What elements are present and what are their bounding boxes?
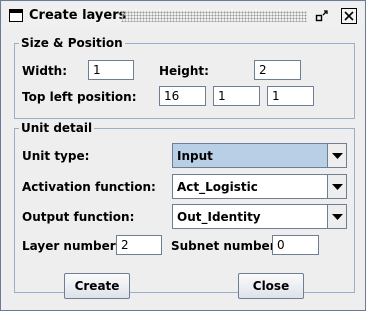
- title-bar-grip: [121, 11, 307, 22]
- create-button[interactable]: Create: [64, 273, 130, 299]
- output-function-value: Out_Identity: [177, 209, 261, 224]
- width-field[interactable]: [88, 60, 134, 80]
- position-x-field[interactable]: [159, 86, 206, 106]
- layer-number-field[interactable]: [116, 235, 162, 255]
- size-position-legend: Size & Position: [19, 36, 125, 50]
- subnet-number-field[interactable]: [272, 235, 319, 255]
- unit-type-value: Input: [173, 144, 327, 167]
- activation-function-value: Act_Logistic: [177, 179, 258, 194]
- output-function-label: Output function:: [22, 210, 135, 224]
- dialog-content: Size & Position Width: Height: Top left …: [5, 30, 363, 306]
- unit-detail-group: Unit detail Unit type: Input Activation …: [14, 121, 355, 293]
- width-label: Width:: [22, 64, 68, 78]
- window-title: Create layers: [29, 8, 127, 23]
- layer-number-label: Layer number:: [22, 239, 121, 253]
- unit-detail-legend: Unit detail: [19, 121, 95, 135]
- chevron-down-icon[interactable]: [327, 205, 346, 228]
- activation-function-combo[interactable]: Act_Logistic: [172, 174, 347, 199]
- subnet-number-label: Subnet number:: [171, 239, 281, 253]
- window-icon: [9, 9, 23, 22]
- unit-type-combo[interactable]: Input: [172, 143, 347, 168]
- chevron-down-icon[interactable]: [327, 175, 346, 198]
- activation-function-label: Activation function:: [22, 180, 156, 194]
- position-y-field[interactable]: [213, 86, 260, 106]
- size-position-group: Size & Position Width: Height: Top left …: [14, 36, 355, 119]
- close-icon[interactable]: [341, 8, 357, 24]
- unit-type-label: Unit type:: [22, 149, 90, 163]
- close-button[interactable]: Close: [238, 273, 304, 299]
- chevron-down-icon[interactable]: [327, 144, 346, 167]
- restore-icon[interactable]: [314, 8, 330, 24]
- title-bar[interactable]: Create layers: [3, 3, 363, 29]
- create-layers-dialog: Create layers Size & Position Width: Hei…: [0, 0, 366, 311]
- height-label: Height:: [159, 64, 209, 78]
- position-z-field[interactable]: [267, 86, 314, 106]
- output-function-combo[interactable]: Out_Identity: [172, 204, 347, 229]
- top-left-position-label: Top left position:: [22, 90, 137, 104]
- height-field[interactable]: [254, 60, 301, 80]
